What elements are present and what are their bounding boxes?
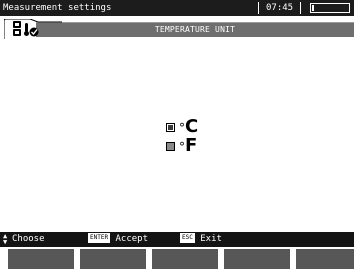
unit-symbol: F <box>185 135 198 156</box>
battery-level <box>312 5 314 11</box>
esc-hint: ESC Exit <box>180 232 222 247</box>
status-bar: Measurement settings 07:45 <box>0 0 354 16</box>
thermometer-icon <box>24 23 29 36</box>
section-header: TEMPERATURE UNIT <box>0 17 354 39</box>
divider <box>258 2 259 14</box>
esc-key-icon: ESC <box>180 232 195 243</box>
function-key-4[interactable] <box>224 249 290 269</box>
fahrenheit-checkbox[interactable] <box>166 142 175 151</box>
exit-label: Exit <box>200 234 222 244</box>
function-key-3[interactable] <box>152 249 218 269</box>
enter-key-icon: ENTER <box>88 232 111 243</box>
battery-icon <box>310 3 350 13</box>
clock: 07:45 <box>266 3 294 13</box>
degree-symbol: ° <box>179 121 185 135</box>
section-title-band: TEMPERATURE UNIT <box>36 22 354 37</box>
accept-label: Accept <box>115 234 148 244</box>
check-icon <box>29 27 39 37</box>
divider <box>300 2 301 14</box>
settings-icon <box>13 21 21 36</box>
choose-hint: Choose <box>12 234 45 244</box>
fahrenheit-label: °F <box>179 136 197 156</box>
function-key-bar <box>0 249 354 270</box>
degree-symbol: ° <box>179 140 185 154</box>
section-title: TEMPERATURE UNIT <box>154 25 236 34</box>
main-area: °C °F <box>0 40 354 230</box>
up-down-arrows-icon: ▲ ▼ <box>3 232 8 246</box>
celsius-checkbox[interactable] <box>166 123 175 132</box>
celsius-label: °C <box>179 117 198 137</box>
function-key-5[interactable] <box>296 249 354 269</box>
hint-bar: ▲ ▼ Choose ENTER Accept ESC Exit <box>0 232 354 247</box>
enter-hint: ENTER Accept <box>88 232 148 247</box>
function-key-1[interactable] <box>8 249 74 269</box>
header-icons <box>4 19 62 39</box>
window-title: Measurement settings <box>3 3 112 13</box>
unit-symbol: C <box>185 116 199 137</box>
function-key-2[interactable] <box>80 249 146 269</box>
